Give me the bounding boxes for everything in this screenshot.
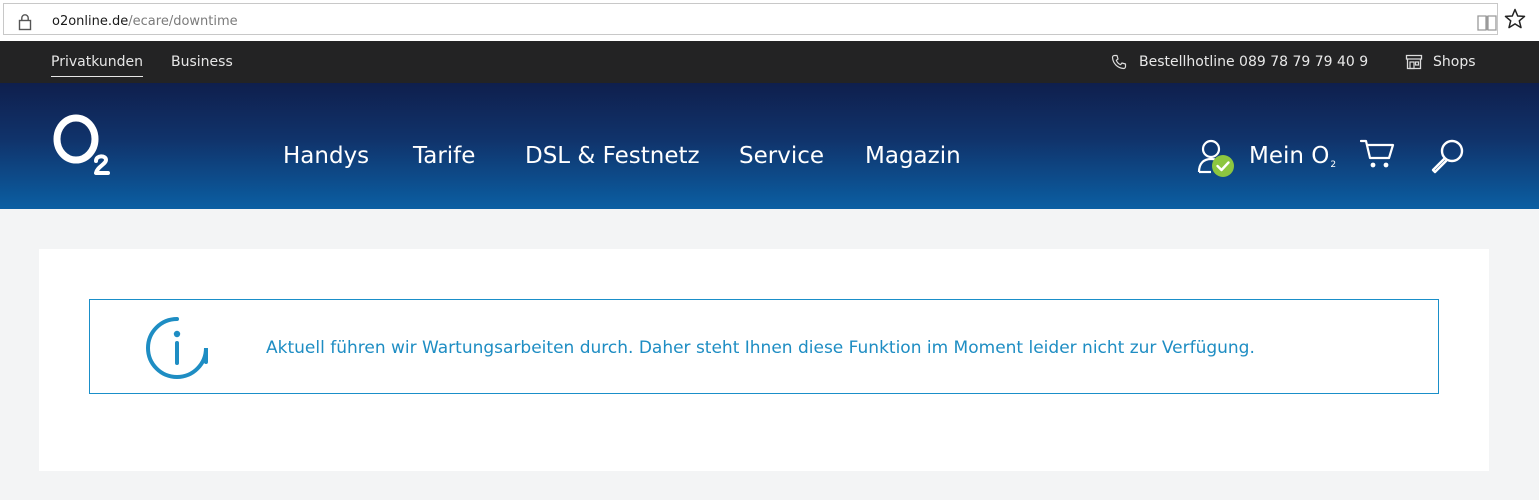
reading-view-icon[interactable] (1476, 14, 1498, 32)
browser-address-bar: o2online.de/ecare/downtime (0, 0, 1539, 41)
notice-message: Aktuell führen wir Wartungsarbeiten durc… (266, 338, 1255, 358)
favorite-star-icon[interactable] (1503, 7, 1527, 31)
active-underline (51, 76, 143, 77)
nav-dsl-festnetz[interactable]: DSL & Festnetz (525, 142, 700, 170)
segment-privatkunden-label: Privatkunden (51, 54, 143, 70)
shopping-cart-icon[interactable] (1360, 138, 1396, 170)
segment-business[interactable]: Business (171, 54, 233, 71)
url-path: /ecare/downtime (128, 14, 238, 29)
segment-privatkunden[interactable]: Privatkunden (51, 54, 143, 77)
content-card: Aktuell führen wir Wartungsarbeiten durc… (39, 249, 1489, 471)
phone-icon (1111, 54, 1127, 70)
nav-tarife[interactable]: Tarife (413, 142, 475, 170)
hotline-link[interactable]: Bestellhotline 089 78 79 79 40 9 (1139, 54, 1368, 71)
mein-o2-link[interactable]: Mein O2 (1249, 142, 1336, 179)
info-icon (146, 317, 208, 379)
search-icon[interactable] (1430, 138, 1466, 174)
nav-handys[interactable]: Handys (283, 142, 369, 170)
shop-icon (1405, 54, 1423, 70)
main-header: Handys Tarife DSL & Festnetz Service Mag… (0, 83, 1539, 209)
mein-o2-subscript: 2 (1330, 160, 1337, 170)
user-logged-in-icon[interactable] (1197, 138, 1237, 178)
mein-o2-label: Mein O (1249, 143, 1330, 169)
shops-link[interactable]: Shops (1433, 54, 1476, 71)
url-field[interactable]: o2online.de/ecare/downtime (3, 3, 1498, 35)
nav-magazin[interactable]: Magazin (865, 142, 961, 170)
o2-logo-icon[interactable] (52, 111, 118, 175)
url-text[interactable]: o2online.de/ecare/downtime (52, 14, 238, 30)
maintenance-notice: Aktuell führen wir Wartungsarbeiten durc… (89, 299, 1439, 394)
lock-icon (18, 14, 32, 31)
top-bar: Privatkunden Business Bestellhotline 089… (0, 41, 1539, 83)
nav-service[interactable]: Service (739, 142, 824, 170)
url-host: o2online.de (52, 14, 129, 29)
